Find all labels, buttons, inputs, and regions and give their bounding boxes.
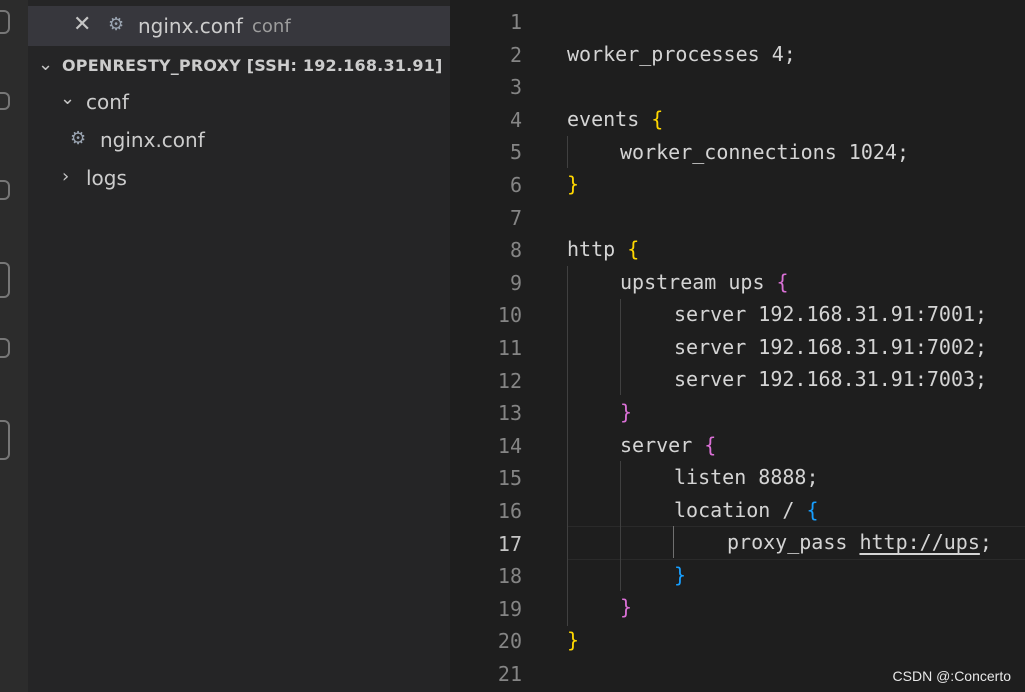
url-link[interactable]: http://ups — [859, 530, 979, 554]
tree-item-label: logs — [86, 166, 127, 190]
code-line: events { — [567, 107, 664, 131]
line-number-row: 20 — [450, 625, 1025, 657]
line-number: 12 — [497, 368, 522, 393]
code-line: } — [567, 628, 580, 652]
line-number: 10 — [497, 303, 522, 328]
code-line: } — [674, 563, 687, 587]
line-number: 4 — [509, 107, 522, 132]
line-number: 11 — [497, 336, 522, 360]
line-number-row: 4 — [450, 104, 1025, 136]
line-number: 21 — [497, 662, 522, 686]
line-number-row: 14 — [450, 430, 1025, 462]
source-control-icon[interactable] — [0, 180, 10, 200]
remote-explorer-icon[interactable] — [0, 338, 10, 358]
code-editor[interactable]: 1 2 3 4 5 6 7 8 9 10 11 12 13 14 15 16 17 18 19 20 21 worker… — [450, 0, 1025, 692]
line-number-row: 7 — [450, 202, 1025, 234]
open-editor-folder: conf — [252, 16, 291, 37]
line-number: 6 — [509, 173, 522, 197]
code-line: proxy_pass http://ups; — [727, 530, 992, 554]
line-number-row: 1 — [450, 6, 1025, 38]
activity-bar — [0, 0, 28, 692]
line-number: 7 — [509, 205, 522, 230]
code-line: worker_connections 1024; — [620, 140, 909, 164]
line-number-row: 13 — [450, 397, 1025, 429]
line-number-row: 8 — [450, 234, 1025, 266]
workspace-folder-title[interactable]: OPENRESTY_PROXY [SSH: 192.168.31.91] — [62, 56, 443, 75]
tree-item-label: conf — [86, 90, 129, 114]
line-number-row: 3 — [450, 71, 1025, 103]
line-number: 1 — [509, 10, 522, 34]
line-number: 5 — [509, 140, 522, 165]
code-line: server 192.168.31.91:7003; — [674, 367, 988, 391]
line-number: 15 — [497, 466, 522, 491]
chevron-right-icon[interactable]: › — [62, 166, 69, 187]
line-number: 9 — [509, 270, 522, 295]
line-number: 20 — [497, 629, 522, 654]
close-icon[interactable]: ✕ — [73, 12, 91, 37]
chevron-down-icon[interactable]: ⌄ — [60, 88, 75, 109]
gear-icon: ⚙ — [108, 14, 125, 35]
line-number: 17 — [497, 531, 522, 556]
line-number: 19 — [497, 596, 522, 621]
code-line: server 192.168.31.91:7001; — [674, 302, 988, 326]
code-line: worker_processes 4; — [567, 42, 796, 66]
open-editor-item[interactable]: ✕ ⚙ nginx.conf conf — [28, 6, 450, 46]
line-number-row: 6 — [450, 169, 1025, 201]
code-line: location / { — [674, 498, 819, 522]
line-number-row: 19 — [450, 593, 1025, 625]
open-editor-filename: nginx.conf — [138, 14, 243, 38]
chevron-down-icon[interactable]: ⌄ — [38, 54, 53, 75]
code-line: upstream ups { — [620, 270, 789, 294]
line-number: 14 — [497, 433, 522, 458]
code-line: } — [567, 172, 580, 196]
line-number: 3 — [509, 75, 522, 100]
watermark: CSDN @:Concerto — [892, 668, 1011, 684]
explorer-sidebar: ✕ ⚙ nginx.conf conf ⌄ OPENRESTY_PROXY [S… — [28, 0, 450, 692]
run-debug-icon[interactable] — [0, 262, 10, 298]
line-number: 2 — [509, 42, 522, 67]
code-line: } — [620, 595, 633, 619]
extensions-icon[interactable] — [0, 420, 10, 460]
explorer-icon[interactable] — [0, 10, 10, 34]
gear-icon: ⚙ — [70, 128, 87, 149]
line-number: 18 — [497, 564, 522, 589]
code-line: server 192.168.31.91:7002; — [674, 335, 988, 359]
line-number-row: 18 — [450, 560, 1025, 592]
code-line: server { — [620, 433, 717, 457]
code-line: listen 8888; — [674, 465, 819, 489]
line-number: 16 — [497, 499, 522, 523]
code-line: http { — [567, 237, 640, 261]
search-icon[interactable] — [0, 92, 10, 110]
code-line: } — [620, 400, 633, 424]
line-number: 8 — [509, 238, 522, 263]
tree-item-label: nginx.conf — [100, 128, 205, 152]
line-number: 13 — [497, 401, 522, 426]
